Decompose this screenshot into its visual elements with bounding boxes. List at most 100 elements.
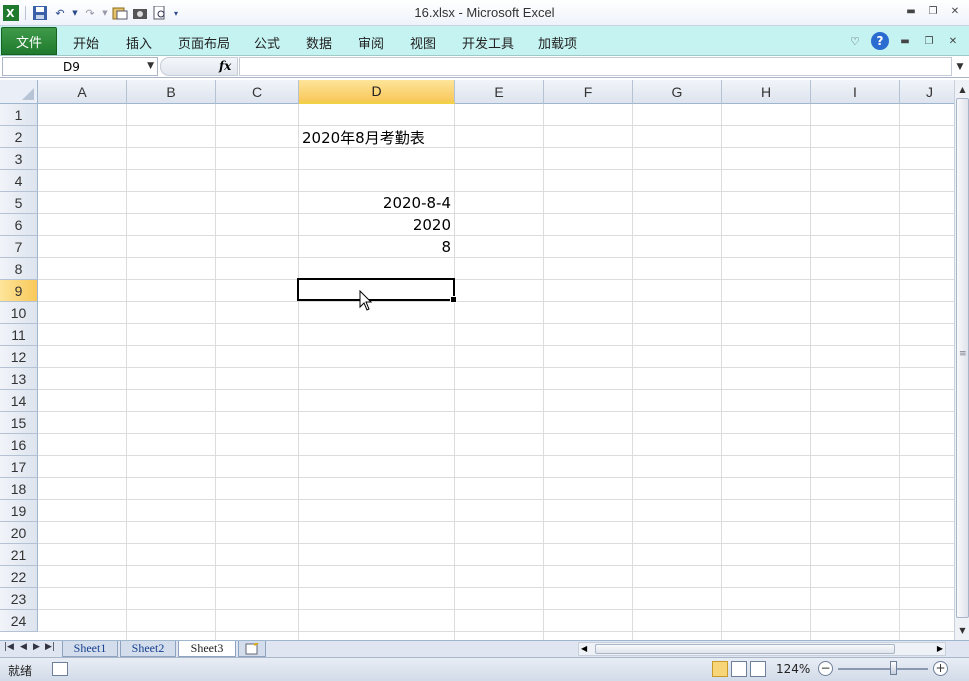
status-ready: 就绪 <box>8 664 33 678</box>
row-header-8[interactable]: 8 <box>0 258 38 280</box>
sheet-tab-sheet3[interactable]: Sheet3 <box>178 641 236 657</box>
column-header-e[interactable]: E <box>455 80 544 104</box>
zoom-slider-thumb[interactable] <box>890 661 897 675</box>
tab-review[interactable]: 审阅 <box>358 33 384 52</box>
row-header-9[interactable]: 9 <box>0 280 38 302</box>
sheet-tab-sheet2[interactable]: Sheet2 <box>120 641 176 657</box>
expand-formula-bar-icon[interactable]: ▼ <box>953 58 967 75</box>
sheet-tab-bar: |◀ ◀ ▶ ▶| Sheet1 Sheet2 Sheet3 ◀ ▶ <box>0 640 969 657</box>
zoom-level[interactable]: 124% <box>776 662 810 676</box>
last-sheet-icon[interactable]: ▶| <box>45 642 55 652</box>
scroll-left-icon[interactable]: ◀ <box>581 644 587 653</box>
help-icon[interactable]: ? <box>871 32 889 50</box>
row-gridline <box>38 367 954 368</box>
cell-d6[interactable]: 2020 <box>298 216 451 234</box>
zoom-out-button[interactable]: − <box>818 661 833 676</box>
row-header-21[interactable]: 21 <box>0 544 38 566</box>
row-gridline <box>38 345 954 346</box>
column-header-a[interactable]: A <box>38 80 127 104</box>
row-header-17[interactable]: 17 <box>0 456 38 478</box>
row-gridline <box>38 323 954 324</box>
column-header-g[interactable]: G <box>633 80 722 104</box>
row-header-20[interactable]: 20 <box>0 522 38 544</box>
vertical-scroll-thumb[interactable] <box>956 98 969 618</box>
column-header-b[interactable]: B <box>127 80 216 104</box>
scroll-down-icon[interactable]: ▼ <box>956 623 969 637</box>
row-header-7[interactable]: 7 <box>0 236 38 258</box>
row-header-2[interactable]: 2 <box>0 126 38 148</box>
cell-d7[interactable]: 8 <box>298 238 451 256</box>
column-header-d[interactable]: D <box>299 80 455 104</box>
tab-page-layout[interactable]: 页面布局 <box>178 33 230 52</box>
minimize-ribbon-icon[interactable]: ♡ <box>847 34 863 48</box>
row-header-14[interactable]: 14 <box>0 390 38 412</box>
tab-insert[interactable]: 插入 <box>126 33 152 52</box>
formula-input[interactable] <box>239 57 952 76</box>
tab-add-ins[interactable]: 加载项 <box>538 33 577 52</box>
zoom-slider[interactable] <box>838 668 928 670</box>
insert-function-button[interactable]: fx <box>219 59 231 73</box>
column-gridline <box>215 104 216 640</box>
column-header-i[interactable]: I <box>811 80 900 104</box>
row-header-13[interactable]: 13 <box>0 368 38 390</box>
tab-file[interactable]: 文件 <box>1 27 57 55</box>
row-header-1[interactable]: 1 <box>0 104 38 126</box>
column-header-h[interactable]: H <box>722 80 811 104</box>
restore-icon[interactable]: ❐ <box>925 4 941 18</box>
scroll-up-icon[interactable]: ▲ <box>956 82 969 96</box>
vertical-scrollbar[interactable]: ▲ ▼ <box>954 80 969 640</box>
horizontal-scroll-thumb[interactable] <box>595 644 895 654</box>
name-box-dropdown-icon[interactable]: ▼ <box>147 61 154 71</box>
workbook-restore-icon[interactable]: ❐ <box>921 34 937 48</box>
row-header-22[interactable]: 22 <box>0 566 38 588</box>
workbook-close-icon[interactable]: ✕ <box>945 34 961 48</box>
workbook-minimize-icon[interactable]: ▬ <box>897 34 913 48</box>
tab-formulas[interactable]: 公式 <box>254 33 280 52</box>
row-header-19[interactable]: 19 <box>0 500 38 522</box>
row-header-3[interactable]: 3 <box>0 148 38 170</box>
row-gridline <box>38 389 954 390</box>
column-header-c[interactable]: C <box>216 80 299 104</box>
row-header-6[interactable]: 6 <box>0 214 38 236</box>
normal-view-icon[interactable] <box>712 661 728 677</box>
formula-tools: fx <box>160 57 238 76</box>
prev-sheet-icon[interactable]: ◀ <box>20 642 27 652</box>
minimize-icon[interactable]: ▬ <box>903 4 919 18</box>
row-header-15[interactable]: 15 <box>0 412 38 434</box>
next-sheet-icon[interactable]: ▶ <box>33 642 40 652</box>
ribbon-controls: ♡ ? ▬ ❐ ✕ <box>847 32 961 50</box>
tab-home[interactable]: 开始 <box>73 33 99 52</box>
select-all-button[interactable] <box>0 80 38 104</box>
active-cell-d9[interactable] <box>297 278 457 303</box>
cell-d2[interactable]: 2020年8月考勤表 <box>302 127 425 148</box>
close-icon[interactable]: ✕ <box>947 4 963 18</box>
row-header-10[interactable]: 10 <box>0 302 38 324</box>
cell-d5[interactable]: 2020-8-4 <box>298 194 451 212</box>
view-buttons <box>712 661 766 677</box>
page-layout-view-icon[interactable] <box>731 661 747 677</box>
tab-view[interactable]: 视图 <box>410 33 436 52</box>
zoom-in-button[interactable]: + <box>933 661 948 676</box>
column-header-f[interactable]: F <box>544 80 633 104</box>
row-gridline <box>38 455 954 456</box>
row-header-18[interactable]: 18 <box>0 478 38 500</box>
row-header-5[interactable]: 5 <box>0 192 38 214</box>
name-box[interactable]: D9 ▼ <box>2 57 158 76</box>
first-sheet-icon[interactable]: |◀ <box>4 642 14 652</box>
spreadsheet-grid[interactable]: ABCDEFGHIJ 1 2 3 4 5 6 7 8 9 10 11 12 13 14 15 16 17 18 19… <box>0 80 954 640</box>
scroll-right-icon[interactable]: ▶ <box>937 644 943 653</box>
page-break-preview-icon[interactable] <box>750 661 766 677</box>
row-header-11[interactable]: 11 <box>0 324 38 346</box>
column-header-j[interactable]: J <box>900 80 954 104</box>
row-header-12[interactable]: 12 <box>0 346 38 368</box>
row-header-24[interactable]: 24 <box>0 610 38 632</box>
row-header-4[interactable]: 4 <box>0 170 38 192</box>
horizontal-scrollbar[interactable]: ◀ ▶ <box>578 642 946 656</box>
insert-sheet-icon[interactable] <box>238 641 266 657</box>
tab-developer[interactable]: 开发工具 <box>462 33 514 52</box>
row-header-23[interactable]: 23 <box>0 588 38 610</box>
macro-record-icon[interactable] <box>52 662 68 676</box>
tab-data[interactable]: 数据 <box>306 33 332 52</box>
sheet-tab-sheet1[interactable]: Sheet1 <box>62 641 118 657</box>
row-header-16[interactable]: 16 <box>0 434 38 456</box>
